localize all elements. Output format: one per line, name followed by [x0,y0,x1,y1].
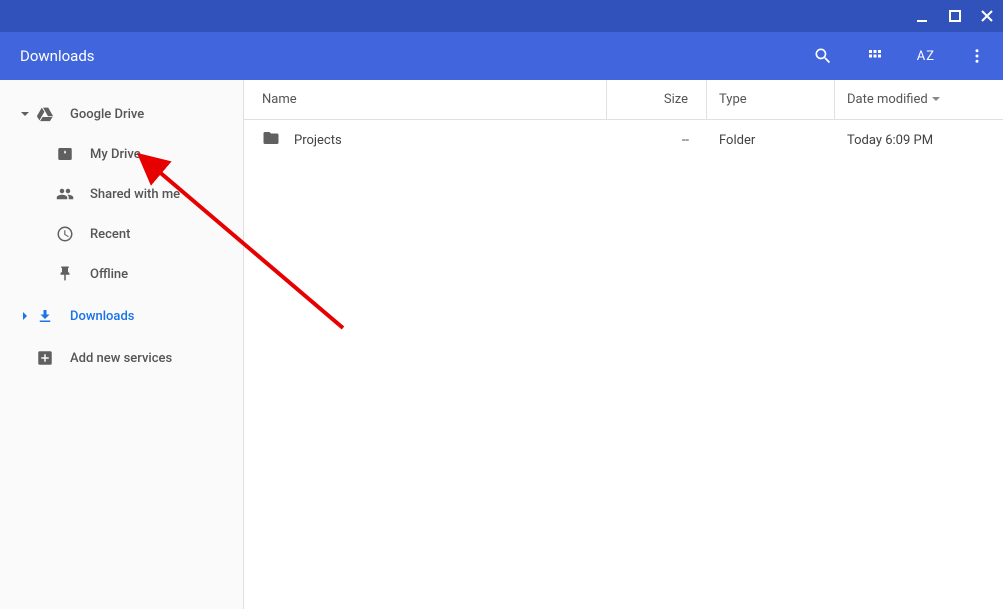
column-label: Size [664,92,688,107]
sidebar-item-label: My Drive [90,147,141,162]
sidebar-item-label: Downloads [70,309,134,324]
minimize-button[interactable] [915,8,931,24]
sidebar-item-recent[interactable]: Recent [0,214,243,254]
app-header: Downloads AZ [0,32,1003,80]
add-box-icon [36,349,54,367]
file-list-panel: Name Size Type Date modified Projects --… [244,80,1003,609]
grid-view-icon[interactable] [865,46,885,66]
chevron-right-icon [18,311,32,321]
file-date: Today 6:09 PM [835,120,1003,160]
file-name: Projects [294,133,342,148]
column-label: Date modified [847,92,928,107]
header-title: Downloads [20,47,95,65]
sidebar-item-label: Google Drive [70,107,144,122]
app-body: Google Drive My Drive Shared with me Rec… [0,80,1003,609]
column-type[interactable]: Type [707,80,835,119]
sidebar-item-offline[interactable]: Offline [0,254,243,294]
sidebar-item-label: Add new services [70,351,172,366]
sort-caret-icon [932,92,940,107]
download-icon [36,307,54,325]
sidebar-item-label: Offline [90,267,128,282]
people-icon [56,185,74,203]
column-date[interactable]: Date modified [835,80,1003,119]
sidebar-item-label: Shared with me [90,187,180,202]
column-label: Type [719,92,747,107]
pin-icon [56,265,74,283]
column-size[interactable]: Size [607,80,707,119]
sidebar: Google Drive My Drive Shared with me Rec… [0,80,244,609]
sidebar-item-google-drive[interactable]: Google Drive [0,94,243,134]
header-actions: AZ [813,46,987,66]
search-icon[interactable] [813,46,833,66]
close-button[interactable] [979,8,995,24]
clock-icon [56,225,74,243]
chevron-down-icon [18,109,32,119]
sort-button[interactable]: AZ [917,49,935,64]
sidebar-item-add-services[interactable]: Add new services [0,338,243,378]
sort-label: AZ [917,49,935,64]
window-titlebar [0,0,1003,32]
more-options-icon[interactable] [967,46,987,66]
column-label: Name [262,92,297,107]
google-drive-icon [36,105,54,123]
column-headers: Name Size Type Date modified [244,80,1003,120]
folder-icon [262,129,280,151]
file-size: -- [607,120,707,160]
sidebar-item-label: Recent [90,227,130,242]
sidebar-item-shared[interactable]: Shared with me [0,174,243,214]
maximize-button[interactable] [947,8,963,24]
sidebar-item-my-drive[interactable]: My Drive [0,134,243,174]
file-type: Folder [707,120,835,160]
sidebar-item-downloads[interactable]: Downloads [0,296,243,336]
column-name[interactable]: Name [244,80,607,119]
drive-folder-icon [56,145,74,163]
file-row[interactable]: Projects -- Folder Today 6:09 PM [244,120,1003,160]
